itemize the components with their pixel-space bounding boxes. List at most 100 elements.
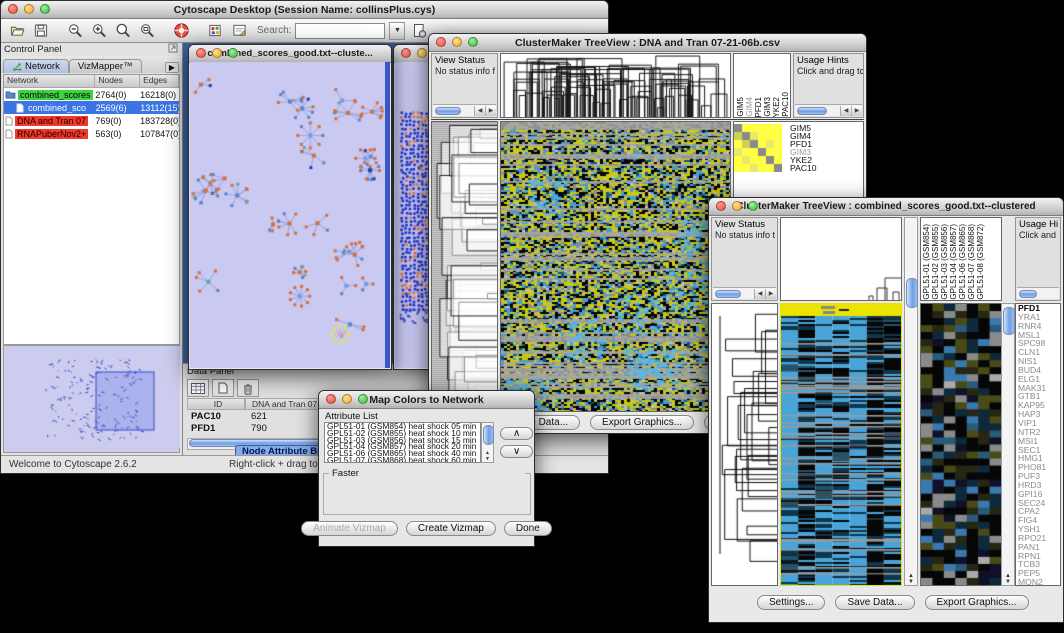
overview-canvas[interactable] <box>4 346 180 448</box>
column-label: GPL51-04 (GSM857) <box>949 224 958 300</box>
move-down-button[interactable]: ∨ <box>500 445 533 458</box>
tv1-matrix-canvas[interactable] <box>734 124 782 172</box>
col-network[interactable]: Network <box>4 75 95 87</box>
export-graphics-button[interactable]: Export Graphics... <box>590 415 694 430</box>
attribute-browser-icon[interactable] <box>409 22 429 40</box>
minimize-icon[interactable] <box>417 48 427 58</box>
tv1-column-dendrogram[interactable] <box>500 53 731 118</box>
create-vizmap-button[interactable]: Create Vizmap <box>406 521 496 536</box>
search-dropdown-icon[interactable]: ▼ <box>389 22 405 40</box>
tv2-gene-list[interactable]: PFD1YRA1RNR4MSL1SPC98CLN1NIS1BUD4ELG1MAK… <box>1015 303 1061 586</box>
tv1-status-hscrollbar[interactable]: ◀▶ <box>433 104 496 116</box>
help-lifering-icon[interactable] <box>171 22 191 40</box>
close-icon[interactable] <box>401 48 411 58</box>
col-nodes[interactable]: Nodes <box>95 75 140 87</box>
dialog-buttons: Animate Vizmap Create Vizmap Done <box>319 521 534 536</box>
zoom-selected-icon[interactable] <box>113 22 133 40</box>
annotation-icon[interactable] <box>229 22 249 40</box>
close-icon[interactable] <box>196 48 206 58</box>
tab-network[interactable]: Network <box>3 59 69 73</box>
tv2-zoom-heatmap[interactable] <box>920 303 1002 586</box>
network-row[interactable]: combined_scores 2764(0) 16218(0) <box>4 88 179 101</box>
network-row[interactable]: RNAPuberNov2+ 563(0) 107847(0) <box>4 127 179 140</box>
treeview2-titlebar[interactable]: ClusterMaker TreeView : combined_scores_… <box>709 198 1063 216</box>
save-icon[interactable] <box>31 22 51 40</box>
minimize-icon[interactable] <box>212 48 222 58</box>
tv2-heatmap[interactable] <box>780 303 902 586</box>
tv2-col-dendro-canvas[interactable] <box>781 218 901 300</box>
faster-label: Faster <box>329 468 525 513</box>
zoom-window-icon[interactable] <box>748 201 758 211</box>
animate-vizmap-button[interactable]: Animate Vizmap <box>301 521 398 536</box>
zoom-window-icon[interactable] <box>468 37 478 47</box>
window-controls[interactable] <box>8 4 50 14</box>
tv1-heatmap[interactable] <box>500 121 731 412</box>
tv1-heatmap-canvas[interactable] <box>501 122 730 411</box>
zoom-in-icon[interactable] <box>89 22 109 40</box>
tv1-row-dendro-canvas[interactable] <box>432 122 497 411</box>
export-graphics-button[interactable]: Export Graphics... <box>925 595 1029 610</box>
new-page-icon[interactable] <box>212 379 234 397</box>
zoom-window-icon[interactable] <box>358 394 368 404</box>
tab-overflow-arrow[interactable]: ▶ <box>165 62 179 73</box>
column-label: PFD1 <box>754 97 763 117</box>
vizmap-palette-icon[interactable] <box>205 22 225 40</box>
table-icon[interactable] <box>187 379 209 397</box>
zoom-window-icon[interactable] <box>228 48 238 58</box>
trash-icon[interactable] <box>237 379 259 397</box>
network1-canvas[interactable] <box>190 62 385 368</box>
tv2-column-labels: GPL51-01 (GSM854)GPL51-02 (GSM855)GPL51-… <box>920 217 1002 301</box>
zoom-out-icon[interactable] <box>65 22 85 40</box>
network-row-selected[interactable]: combined_sco 2569(6) 13112(15) <box>4 101 179 114</box>
network-name: RNAPuberNov2+ <box>15 129 88 139</box>
network-row[interactable]: DNA and Tran 07 769(0) 183728(0) <box>4 114 179 127</box>
done-button[interactable]: Done <box>504 521 552 536</box>
minimize-icon[interactable] <box>452 37 462 47</box>
minimize-icon[interactable] <box>24 4 34 14</box>
main-titlebar[interactable]: Cytoscape Desktop (Session Name: collins… <box>1 1 608 19</box>
tv2-heatmap-canvas[interactable] <box>781 304 901 585</box>
tv2-zoom-canvas[interactable] <box>921 304 1001 585</box>
float-panel-icon[interactable] <box>168 43 178 56</box>
attr-col-id[interactable]: ID <box>187 398 245 410</box>
zoom-fit-icon[interactable] <box>137 22 157 40</box>
tv1-column-labels: GIM5GIM4PFD1GIM3YKE2PAC10 <box>733 53 791 118</box>
network1-titlebar[interactable]: combined_scores_good.txt--cluste... <box>189 45 391 63</box>
close-icon[interactable] <box>436 37 446 47</box>
settings-button[interactable]: Settings... <box>757 595 825 610</box>
minimize-icon[interactable] <box>342 394 352 404</box>
tv2-usage-hscrollbar[interactable] <box>1017 287 1059 299</box>
treeview1-titlebar[interactable]: ClusterMaker TreeView : DNA and Tran 07-… <box>429 34 866 52</box>
view-status-heading: View Status <box>712 218 777 230</box>
tv1-row-dendrogram[interactable] <box>431 121 498 412</box>
network1-view[interactable] <box>190 62 390 368</box>
close-icon[interactable] <box>8 4 18 14</box>
open-folder-icon[interactable] <box>7 22 27 40</box>
close-icon[interactable] <box>326 394 336 404</box>
tv2-row-dendrogram[interactable] <box>711 303 778 586</box>
folder-icon <box>5 90 16 99</box>
network-overview-panel[interactable] <box>3 345 180 453</box>
search-input[interactable] <box>295 23 385 39</box>
tv2-zoom-vscrollbar[interactable]: ▲▼ <box>1001 303 1015 586</box>
tv2-column-dendrogram[interactable] <box>780 217 902 301</box>
close-icon[interactable] <box>716 201 726 211</box>
tab-vizmapper[interactable]: VizMapper™ <box>69 59 142 73</box>
col-edges[interactable]: Edges <box>140 75 179 87</box>
column-label: GPL51-08 (GSM872) <box>976 224 985 300</box>
move-up-button[interactable]: ∧ <box>500 427 533 440</box>
save-data-button[interactable]: Save Data... <box>835 595 914 610</box>
tv1-col-dendro-canvas[interactable] <box>501 54 730 117</box>
tv1-usage-hscrollbar[interactable]: ◀▶ <box>795 104 862 116</box>
column-label: PAC10 <box>781 92 790 117</box>
tv2-status-hscrollbar[interactable]: ◀▶ <box>713 287 776 299</box>
minimize-icon[interactable] <box>732 201 742 211</box>
zoom-window-icon[interactable] <box>40 4 50 14</box>
attribute-item[interactable]: GPL51-07 (GSM868) heat shock 60 min <box>327 457 480 463</box>
gene-label[interactable]: MON2 <box>1018 578 1060 586</box>
attribute-list-scrollbar[interactable]: ▲▼ <box>481 422 494 463</box>
attribute-list[interactable]: GPL51-01 (GSM854) heat shock 05 minGPL51… <box>324 422 481 463</box>
dialog-titlebar[interactable]: Map Colors to Network <box>319 391 534 409</box>
tv2-main-vscrollbar[interactable]: ▲▼ <box>904 217 918 586</box>
tv2-row-dendro-canvas[interactable] <box>712 304 777 585</box>
